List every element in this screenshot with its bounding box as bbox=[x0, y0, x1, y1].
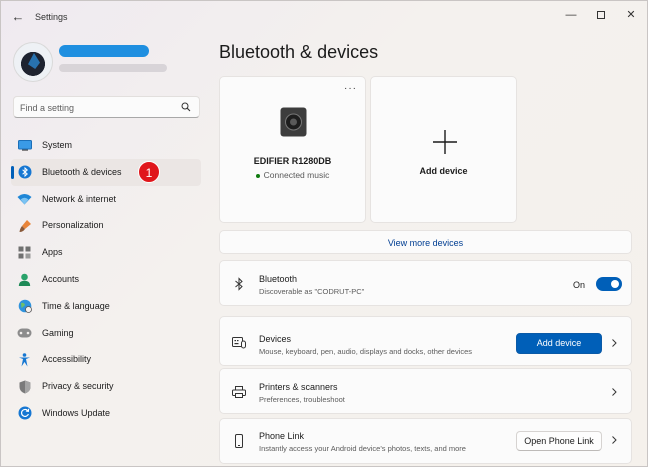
annotation-badge-1: 1 bbox=[138, 161, 160, 183]
shield-icon bbox=[17, 379, 32, 394]
connected-status-icon bbox=[255, 173, 260, 178]
accounts-icon bbox=[17, 272, 32, 287]
sidebar-item-network[interactable]: Network & internet bbox=[11, 186, 201, 213]
update-icon bbox=[17, 406, 32, 421]
bluetooth-toggle[interactable] bbox=[596, 277, 622, 291]
avatar[interactable] bbox=[13, 42, 53, 82]
add-device-card-label: Add device bbox=[419, 166, 468, 176]
maximize-icon bbox=[597, 11, 605, 20]
sidebar-item-label: Accounts bbox=[42, 273, 80, 284]
sidebar-item-time-language[interactable]: Time & language bbox=[11, 293, 201, 320]
bluetooth-state-label: On bbox=[573, 280, 586, 290]
devices-subtitle: Mouse, keyboard, pen, audio, displays an… bbox=[259, 347, 473, 356]
sidebar-item-bluetooth-devices[interactable]: Bluetooth & devices bbox=[11, 158, 201, 186]
sidebar-item-label: Personalization bbox=[42, 220, 104, 231]
settings-window: ← Settings — ✕ System Bluetooth & device… bbox=[0, 0, 648, 467]
phone-link-subtitle: Instantly access your Android device's p… bbox=[259, 444, 466, 453]
chevron-right-icon bbox=[612, 339, 617, 347]
app-title: Settings bbox=[35, 12, 68, 22]
sidebar-item-system[interactable]: System bbox=[11, 132, 201, 159]
sidebar-item-label: Privacy & security bbox=[42, 381, 114, 392]
wifi-icon bbox=[17, 192, 32, 207]
sidebar-item-apps[interactable]: Apps bbox=[11, 239, 201, 266]
add-device-card[interactable]: Add device bbox=[370, 76, 517, 223]
system-icon bbox=[17, 138, 32, 153]
printer-icon bbox=[232, 386, 246, 398]
printers-subtitle: Preferences, troubleshoot bbox=[259, 395, 345, 404]
search-box[interactable] bbox=[13, 96, 200, 118]
bluetooth-icon bbox=[235, 277, 243, 291]
bluetooth-subtitle: Discoverable as "CODRUT-PC" bbox=[259, 287, 365, 296]
maximize-button[interactable] bbox=[586, 5, 616, 25]
sidebar-item-personalization[interactable]: Personalization bbox=[11, 212, 201, 239]
globe-icon bbox=[17, 299, 32, 314]
phone-link-row[interactable]: Phone Link Instantly access your Android… bbox=[219, 418, 632, 464]
device-name: EDIFIER R1280DB bbox=[253, 156, 332, 166]
sidebar-item-label: Time & language bbox=[42, 300, 110, 311]
phone-link-title: Phone Link bbox=[259, 431, 305, 441]
devices-row[interactable]: Devices Mouse, keyboard, pen, audio, dis… bbox=[219, 316, 632, 366]
sidebar-item-label: Apps bbox=[42, 247, 63, 258]
printers-title: Printers & scanners bbox=[259, 382, 338, 392]
user-name-redacted bbox=[59, 45, 149, 57]
device-card[interactable]: ··· EDIFIER R1280DB Connected music bbox=[219, 76, 366, 223]
chevron-right-icon bbox=[612, 436, 617, 444]
add-device-button[interactable]: Add device bbox=[516, 333, 602, 354]
plus-icon bbox=[433, 130, 457, 154]
view-more-devices-label: View more devices bbox=[387, 238, 464, 248]
devices-title: Devices bbox=[259, 334, 292, 344]
paintbrush-icon bbox=[17, 218, 32, 233]
printers-scanners-row[interactable]: Printers & scanners Preferences, trouble… bbox=[219, 368, 632, 414]
minimize-button[interactable]: — bbox=[556, 5, 586, 25]
more-options-button[interactable]: ··· bbox=[344, 83, 357, 94]
sidebar-item-label: Gaming bbox=[42, 327, 74, 338]
bluetooth-icon bbox=[17, 165, 32, 180]
sidebar-item-accounts[interactable]: Accounts bbox=[11, 266, 201, 293]
bluetooth-title: Bluetooth bbox=[259, 274, 298, 284]
sidebar-item-privacy-security[interactable]: Privacy & security bbox=[11, 373, 201, 400]
close-button[interactable]: ✕ bbox=[616, 5, 646, 25]
apps-icon bbox=[17, 245, 32, 260]
search-input[interactable] bbox=[20, 101, 180, 115]
sidebar-item-label: Accessibility bbox=[42, 354, 92, 365]
accessibility-icon bbox=[17, 352, 32, 367]
view-more-devices-link[interactable]: View more devices bbox=[219, 230, 632, 254]
phone-icon bbox=[235, 434, 243, 448]
back-button[interactable]: ← bbox=[9, 8, 27, 26]
sidebar-item-gaming[interactable]: Gaming bbox=[11, 320, 201, 347]
page-title: Bluetooth & devices bbox=[219, 42, 379, 62]
speaker-icon bbox=[280, 107, 307, 137]
sidebar-item-label: Bluetooth & devices bbox=[42, 166, 122, 177]
sidebar-item-label: Windows Update bbox=[42, 407, 111, 418]
sidebar-item-label: System bbox=[42, 140, 73, 150]
bluetooth-row: Bluetooth Discoverable as "CODRUT-PC" On bbox=[219, 260, 632, 306]
sidebar-nav: System Bluetooth & devices Network & int… bbox=[11, 132, 201, 427]
search-icon[interactable] bbox=[181, 102, 191, 112]
device-status: Connected music bbox=[220, 170, 365, 180]
sidebar-item-label: Network & internet bbox=[42, 193, 117, 204]
title-bar: ← Settings — ✕ bbox=[1, 1, 647, 33]
keyboard-mouse-icon bbox=[232, 337, 246, 349]
sidebar-item-windows-update[interactable]: Windows Update bbox=[11, 400, 201, 427]
open-phone-link-button[interactable]: Open Phone Link bbox=[516, 431, 602, 451]
user-email-redacted bbox=[59, 64, 167, 72]
sidebar-item-accessibility[interactable]: Accessibility bbox=[11, 346, 201, 373]
gamepad-icon bbox=[17, 326, 32, 341]
chevron-right-icon bbox=[612, 388, 617, 396]
